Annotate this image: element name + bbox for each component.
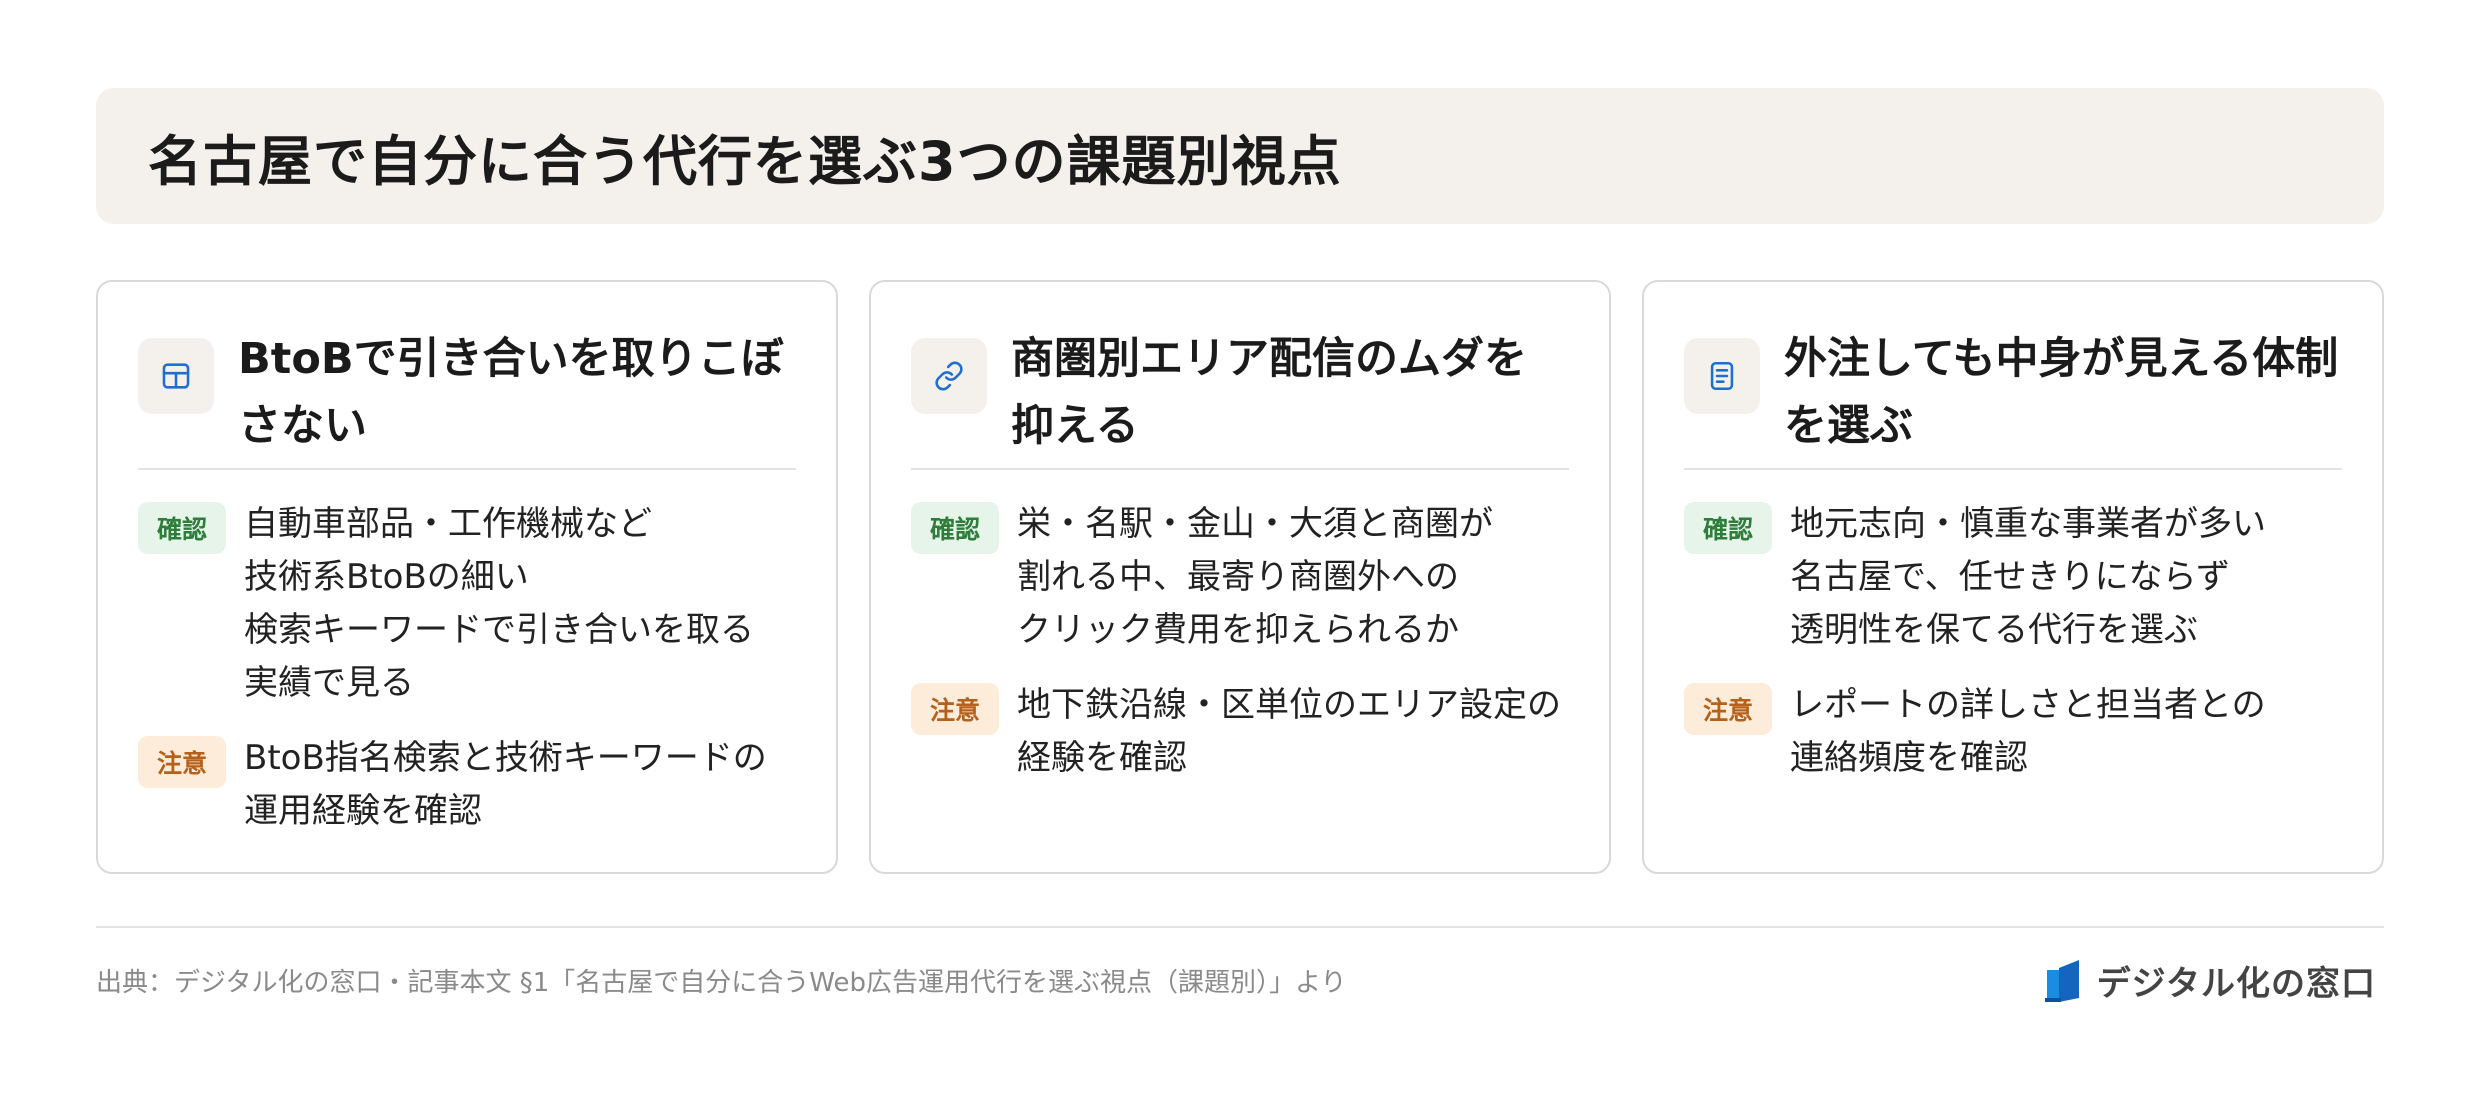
card-divider [138,468,796,470]
check-row: 確認 自動車部品・工作機械など 技術系BtoBの細い 検索キーワードで引き合いを… [138,498,806,710]
brand-logo: デジタル化の窓口 [2044,956,2376,1005]
card-body: 確認 栄・名駅・金山・大須と商圏が 割れる中、最寄り商圏外への クリック費用を抑… [911,498,1579,807]
card-title: BtoBで引き合いを取りこぼさない [238,334,784,451]
check-row: 確認 栄・名駅・金山・大須と商圏が 割れる中、最寄り商圏外への クリック費用を抑… [911,498,1579,657]
warn-badge: 注意 [911,683,999,735]
check-text: 栄・名駅・金山・大須と商圏が 割れる中、最寄り商圏外への クリック費用を抑えられ… [1017,504,1493,650]
card-header: BtoBで引き合いを取りこぼさない [138,326,796,460]
card-grid: BtoBで引き合いを取りこぼさない 確認 自動車部品・工作機械など 技術系Bto… [96,280,2384,874]
warn-badge: 注意 [1684,683,1772,735]
warn-text: レポートの詳しさと担当者との 連絡頻度を確認 [1790,685,2266,778]
card-divider [911,468,1569,470]
card-area: 商圏別エリア配信のムダを抑える 確認 栄・名駅・金山・大須と商圏が 割れる中、最… [869,280,1611,874]
card-divider [1684,468,2342,470]
document-icon [1684,338,1760,414]
card-title: 商圏別エリア配信のムダを抑える [1011,334,1527,451]
check-text: 地元志向・慎重な事業者が多い 名古屋で、任せきりにならず 透明性を保てる代行を選… [1790,504,2266,650]
brand-name: デジタル化の窓口 [2096,964,2376,1004]
check-row: 確認 地元志向・慎重な事業者が多い 名古屋で、任せきりにならず 透明性を保てる代… [1684,498,2352,657]
card-btob: BtoBで引き合いを取りこぼさない 確認 自動車部品・工作機械など 技術系Bto… [96,280,838,874]
check-text: 自動車部品・工作機械など 技術系BtoBの細い 検索キーワードで引き合いを取る … [244,504,754,703]
brand-logo-icon [2044,959,2079,1002]
check-badge: 確認 [911,502,999,554]
check-badge: 確認 [1684,502,1772,554]
table-icon [138,338,214,414]
card-header: 外注しても中身が見える体制を選ぶ [1684,326,2342,460]
warn-badge: 注意 [138,736,226,788]
card-header: 商圏別エリア配信のムダを抑える [911,326,1569,460]
warn-text: 地下鉄沿線・区単位のエリア設定の 経験を確認 [1017,685,1561,778]
link-icon [911,338,987,414]
page-title: 名古屋で自分に合う代行を選ぶ3つの課題別視点 [148,129,1342,193]
card-body: 確認 地元志向・慎重な事業者が多い 名古屋で、任せきりにならず 透明性を保てる代… [1684,498,2352,807]
warn-row: 注意 レポートの詳しさと担当者との 連絡頻度を確認 [1684,679,2352,785]
check-badge: 確認 [138,502,226,554]
footer-divider [96,926,2384,928]
card-body: 確認 自動車部品・工作機械など 技術系BtoBの細い 検索キーワードで引き合いを… [138,498,806,860]
card-transparency: 外注しても中身が見える体制を選ぶ 確認 地元志向・慎重な事業者が多い 名古屋で、… [1642,280,2384,874]
warn-row: 注意 地下鉄沿線・区単位のエリア設定の 経験を確認 [911,679,1579,785]
warn-text: BtoB指名検索と技術キーワードの 運用経験を確認 [244,738,767,831]
warn-row: 注意 BtoB指名検索と技術キーワードの 運用経験を確認 [138,732,806,838]
title-banner: 名古屋で自分に合う代行を選ぶ3つの課題別視点 [96,88,2384,224]
card-title: 外注しても中身が見える体制を選ぶ [1784,334,2339,451]
source-note: 出典：デジタル化の窓口・記事本文 §1「名古屋で自分に合うWeb広告運用代行を選… [96,968,1347,998]
